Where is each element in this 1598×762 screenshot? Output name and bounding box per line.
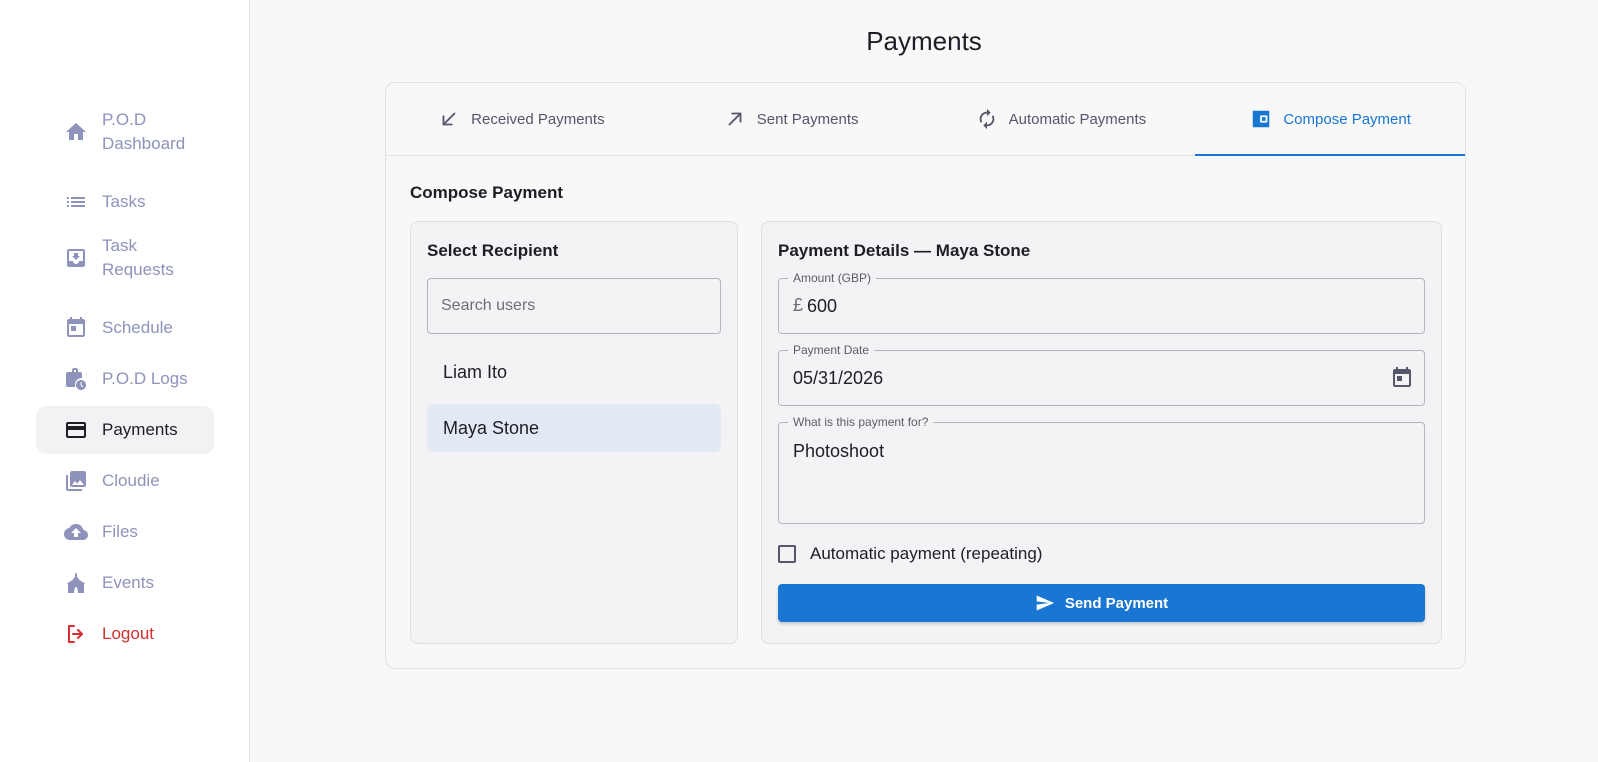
- sidebar-item-cloudie[interactable]: Cloudie: [36, 462, 214, 500]
- sidebar-item-files[interactable]: Files: [36, 513, 214, 551]
- sidebar-item-label: Logout: [102, 624, 154, 643]
- sidebar-item-events[interactable]: Events: [36, 564, 214, 602]
- sidebar-item-label: Events: [102, 573, 154, 592]
- sidebar-item-pod-dashboard[interactable]: P.O.D Dashboard: [36, 108, 214, 156]
- wallet-icon: [1249, 107, 1273, 131]
- sidebar-item-label: P.O.D Logs: [102, 369, 188, 388]
- select-recipient-title: Select Recipient: [427, 241, 559, 260]
- circus-tent-icon: [62, 569, 90, 597]
- sidebar-item-logout[interactable]: Logout: [36, 615, 214, 653]
- sidebar: P.O.D Dashboard Tasks Task Requests Sche…: [0, 0, 250, 762]
- select-recipient-panel: Select Recipient Liam Ito Maya Stone: [410, 221, 738, 644]
- sidebar-item-task-requests[interactable]: Task Requests: [36, 234, 214, 282]
- sidebar-item-label: Payments: [102, 420, 178, 439]
- tab-label: Compose Payment: [1283, 110, 1411, 128]
- automatic-payment-label: Automatic payment (repeating): [810, 544, 1043, 563]
- tab-sent-payments[interactable]: Sent Payments: [656, 83, 926, 155]
- sidebar-item-label: Tasks: [102, 192, 146, 211]
- sidebar-item-label: Task Requests: [102, 236, 174, 279]
- recipient-item-liam-ito[interactable]: Liam Ito: [427, 348, 721, 396]
- compose-payment-title: Compose Payment: [410, 183, 564, 202]
- sidebar-item-label: Cloudie: [102, 471, 160, 490]
- currency-symbol: £: [793, 295, 804, 315]
- sidebar-item-pod-logs[interactable]: P.O.D Logs: [36, 360, 214, 398]
- page-title: Payments: [866, 26, 982, 56]
- sidebar-item-payments[interactable]: Payments: [36, 406, 214, 454]
- photo-library-icon: [62, 467, 90, 495]
- tab-received-payments[interactable]: Received Payments: [386, 83, 656, 155]
- search-users-input[interactable]: [427, 278, 721, 334]
- arrow-down-left-icon: [437, 107, 461, 131]
- amount-value: 600: [807, 296, 838, 316]
- payment-details-panel: Payment Details — Maya Stone Amount (GBP…: [761, 221, 1442, 644]
- payment-details-title: Payment Details — Maya Stone: [778, 241, 1031, 260]
- arrow-up-right-icon: [723, 107, 747, 131]
- sidebar-item-label: Files: [102, 522, 138, 541]
- payment-purpose-value: Photoshoot: [793, 441, 885, 461]
- tab-compose-payment[interactable]: Compose Payment: [1195, 83, 1465, 156]
- tab-label: Automatic Payments: [1008, 110, 1147, 128]
- tab-label: Sent Payments: [756, 110, 859, 128]
- automatic-payment-toggle[interactable]: Automatic payment (repeating): [778, 544, 1042, 564]
- tab-label: Received Payments: [471, 110, 605, 128]
- cloud-upload-icon: [62, 518, 90, 546]
- logout-icon: [62, 620, 90, 648]
- recipient-name: Maya Stone: [443, 417, 540, 438]
- briefcase-clock-icon: [62, 365, 90, 393]
- amount-field[interactable]: Amount (GBP) £ 600: [778, 270, 1425, 334]
- automatic-payment-checkbox[interactable]: [778, 545, 796, 563]
- inbox-download-icon: [62, 244, 90, 272]
- sidebar-item-schedule[interactable]: Schedule: [36, 309, 214, 347]
- payment-purpose-label: What is this payment for?: [788, 414, 934, 430]
- recipient-name: Liam Ito: [443, 361, 508, 382]
- sidebar-item-label: Schedule: [102, 318, 173, 337]
- send-icon: [1036, 595, 1054, 611]
- calendar-icon[interactable]: [1390, 366, 1414, 390]
- payments-card: Received Payments Sent Payments Automati…: [385, 82, 1466, 669]
- autorenew-icon: [975, 107, 999, 131]
- list-icon: [62, 188, 90, 216]
- send-payment-button[interactable]: Send Payment: [778, 584, 1425, 622]
- payments-tabs: Received Payments Sent Payments Automati…: [386, 83, 1465, 156]
- payment-date-label: Payment Date: [788, 342, 875, 358]
- amount-label: Amount (GBP): [788, 270, 877, 286]
- sidebar-item-label: P.O.D Dashboard: [102, 110, 186, 153]
- payment-date-field[interactable]: Payment Date 05/31/2026: [778, 342, 1425, 406]
- home-icon: [62, 118, 90, 146]
- tab-automatic-payments[interactable]: Automatic Payments: [926, 83, 1196, 155]
- payment-purpose-field[interactable]: What is this payment for? Photoshoot: [778, 414, 1425, 524]
- payment-date-value: 05/31/2026: [793, 368, 884, 388]
- credit-card-icon: [62, 416, 90, 444]
- calendar-icon: [62, 314, 90, 342]
- sidebar-item-tasks[interactable]: Tasks: [36, 183, 214, 221]
- recipient-item-maya-stone[interactable]: Maya Stone: [427, 404, 721, 452]
- send-payment-label: Send Payment: [1064, 594, 1169, 612]
